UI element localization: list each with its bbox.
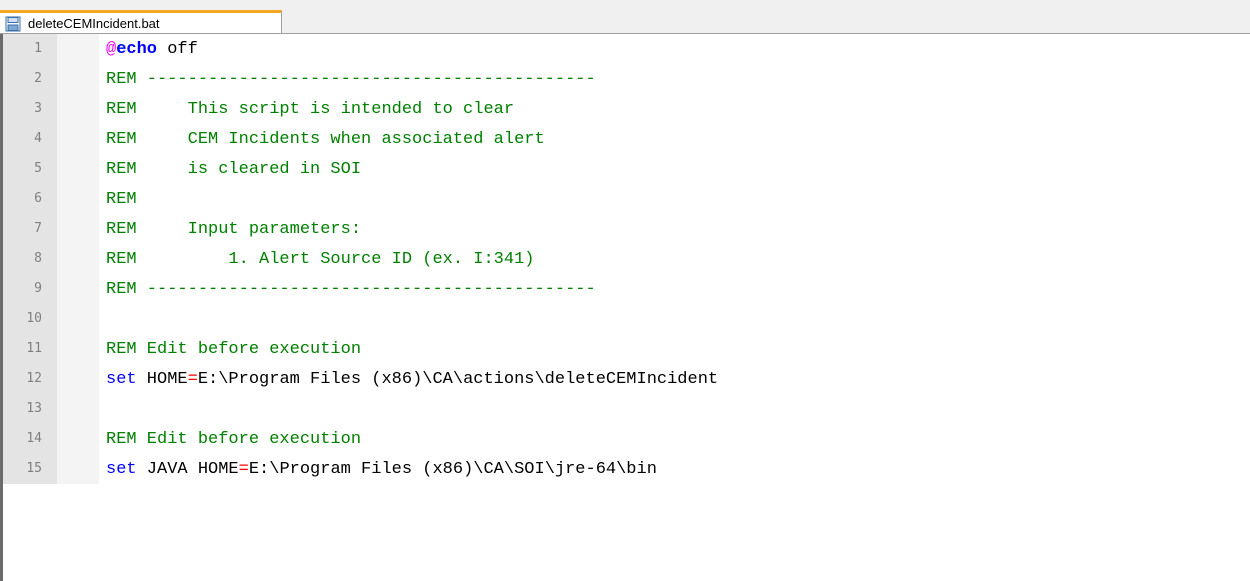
save-file-icon xyxy=(5,16,21,31)
code-line[interactable]: 14 REM Edit before execution xyxy=(3,424,1250,454)
code-text: REM 1. Alert Source ID (ex. I:341) xyxy=(106,250,534,269)
line-number-gutter: 7 xyxy=(3,214,57,244)
code-line[interactable]: 2 REM -----------------------------------… xyxy=(3,64,1250,94)
code-line[interactable]: 7 REM Input parameters: xyxy=(3,214,1250,244)
line-number: 9 xyxy=(34,281,42,296)
code-text: set JAVA HOME=E:\Program Files (x86)\CA\… xyxy=(106,460,657,479)
fold-margin xyxy=(57,364,99,394)
code-line[interactable]: 13 xyxy=(3,394,1250,424)
line-number: 7 xyxy=(34,221,42,236)
line-number: 14 xyxy=(26,431,42,446)
line-number: 1 xyxy=(34,41,42,56)
line-number: 15 xyxy=(26,461,42,476)
code-text: REM Edit before execution xyxy=(106,340,361,359)
code-text: @echo off xyxy=(106,40,198,59)
line-number-gutter: 6 xyxy=(3,184,57,214)
line-number: 12 xyxy=(26,371,42,386)
line-number: 11 xyxy=(26,341,42,356)
code-token: = xyxy=(238,460,249,479)
line-number: 2 xyxy=(34,71,42,86)
fold-margin xyxy=(57,34,99,64)
fold-margin xyxy=(57,244,99,274)
code-token: REM Input parameters: xyxy=(106,220,362,239)
line-number-gutter: 2 xyxy=(3,64,57,94)
line-number-gutter: 5 xyxy=(3,154,57,184)
tab-bar: deleteCEMIncident.bat xyxy=(0,0,1250,35)
code-token: REM Edit before execution xyxy=(106,340,362,359)
code-text: REM Input parameters: xyxy=(106,220,361,239)
code-line[interactable]: 12 set HOME=E:\Program Files (x86)\CA\act… xyxy=(3,364,1250,394)
line-number-gutter: 1 xyxy=(3,34,57,64)
code-token: set xyxy=(106,460,137,479)
code-token: JAVA HOME xyxy=(136,460,239,479)
code-token: = xyxy=(187,370,198,389)
code-token: off xyxy=(157,40,198,59)
code-token: REM Edit before execution xyxy=(106,430,362,449)
code-token: @ xyxy=(106,40,117,59)
line-number-gutter: 10 xyxy=(3,304,57,334)
code-line[interactable]: 11 REM Edit before execution xyxy=(3,334,1250,364)
code-token: REM ------------------------------------… xyxy=(106,280,596,299)
line-number-gutter: 3 xyxy=(3,94,57,124)
code-line[interactable]: 8 REM 1. Alert Source ID (ex. I:341) xyxy=(3,244,1250,274)
fold-margin xyxy=(57,64,99,94)
code-text: REM is cleared in SOI xyxy=(106,160,361,179)
fold-margin xyxy=(57,184,99,214)
line-number: 10 xyxy=(26,311,42,326)
code-text: REM CEM Incidents when associated alert xyxy=(106,130,545,149)
code-text: REM ------------------------------------… xyxy=(106,280,596,299)
code-token: E:\Program Files (x86)\CA\SOI\jre-64\bin xyxy=(248,460,657,479)
line-number: 5 xyxy=(34,161,42,176)
fold-margin xyxy=(57,334,99,364)
code-line[interactable]: 10 xyxy=(3,304,1250,334)
code-text: REM Edit before execution xyxy=(106,430,361,449)
code-token: REM xyxy=(106,190,137,209)
code-line[interactable]: 1 @echo off xyxy=(3,34,1250,64)
line-number-gutter: 14 xyxy=(3,424,57,454)
tab-label: deleteCEMIncident.bat xyxy=(28,16,160,31)
code-token: REM is cleared in SOI xyxy=(106,160,362,179)
line-number: 3 xyxy=(34,101,42,116)
code-token: HOME xyxy=(136,370,188,389)
code-token: echo xyxy=(116,40,158,59)
code-text: REM This script is intended to clear xyxy=(106,100,514,119)
line-number-gutter: 9 xyxy=(3,274,57,304)
line-number: 4 xyxy=(34,131,42,146)
code-line[interactable]: 15 set JAVA HOME=E:\Program Files (x86)\C… xyxy=(3,454,1250,484)
code-text: set HOME=E:\Program Files (x86)\CA\actio… xyxy=(106,370,718,389)
line-number-gutter: 11 xyxy=(3,334,57,364)
line-number: 8 xyxy=(34,251,42,266)
code-token: E:\Program Files (x86)\CA\actions\delete… xyxy=(197,370,719,389)
fold-margin xyxy=(57,274,99,304)
code-line[interactable]: 9 REM -----------------------------------… xyxy=(3,274,1250,304)
fold-margin xyxy=(57,124,99,154)
fold-margin xyxy=(57,214,99,244)
fold-margin xyxy=(57,424,99,454)
code-text: REM xyxy=(106,190,137,209)
fold-margin xyxy=(57,304,99,334)
code-line[interactable]: 6 REM xyxy=(3,184,1250,214)
fold-margin xyxy=(57,394,99,424)
line-number: 13 xyxy=(26,401,42,416)
editor-window: deleteCEMIncident.bat 1 @echo off 2 REM ---… xyxy=(0,0,1250,581)
code-text: REM ------------------------------------… xyxy=(106,70,596,89)
line-number-gutter: 12 xyxy=(3,364,57,394)
line-number-gutter: 15 xyxy=(3,454,57,484)
code-line[interactable]: 3 REM This script is intended to clear xyxy=(3,94,1250,124)
tab-file[interactable]: deleteCEMIncident.bat xyxy=(0,10,282,34)
code-token: REM 1. Alert Source ID (ex. I:341) xyxy=(106,250,535,269)
code-line[interactable]: 5 REM is cleared in SOI xyxy=(3,154,1250,184)
code-line[interactable]: 4 REM CEM Incidents when associated alert xyxy=(3,124,1250,154)
fold-margin xyxy=(57,454,99,484)
code-token: REM This script is intended to clear xyxy=(106,100,515,119)
line-number-gutter: 8 xyxy=(3,244,57,274)
code-token: REM CEM Incidents when associated alert xyxy=(106,130,545,149)
line-number-gutter: 13 xyxy=(3,394,57,424)
fold-margin xyxy=(57,94,99,124)
fold-margin xyxy=(57,154,99,184)
code-token: REM ------------------------------------… xyxy=(106,70,596,89)
line-number: 6 xyxy=(34,191,42,206)
line-number-gutter: 4 xyxy=(3,124,57,154)
code-token: set xyxy=(106,370,137,389)
